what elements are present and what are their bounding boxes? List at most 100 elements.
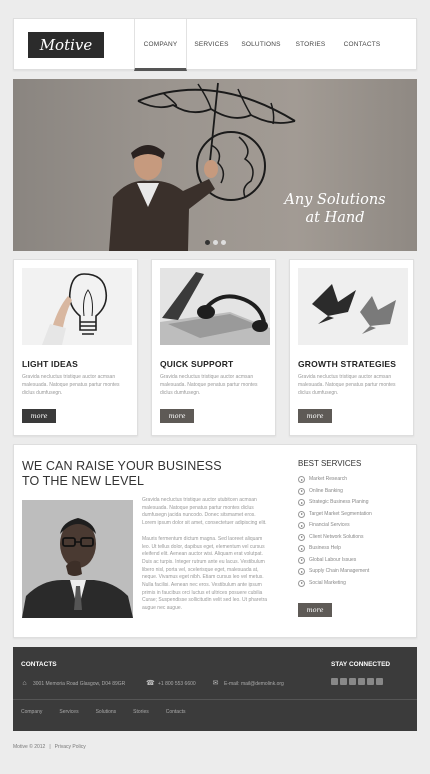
arrow-circle-icon <box>298 510 305 518</box>
rss-icon[interactable] <box>349 678 356 685</box>
nav-item-solutions[interactable]: Solutions <box>236 19 286 71</box>
arrow-circle-icon <box>298 568 305 576</box>
service-label: Target Market Segmentation <box>309 510 372 517</box>
footer-email: ✉ E-mail: mail@demolink.org <box>212 680 284 687</box>
copyright-text: Motive © 2012 <box>13 744 46 750</box>
footer-nav-contacts[interactable]: Contacts <box>166 709 186 715</box>
copyright: Motive © 2012 | Privacy Policy <box>13 744 86 750</box>
footer-nav-company[interactable]: Company <box>21 709 42 715</box>
more-button[interactable]: more <box>298 409 332 423</box>
address-text: 3001 Memoria Road Glasgow, D04 89GR <box>33 680 126 687</box>
service-item[interactable]: Business Help <box>298 543 372 555</box>
more-button[interactable]: more <box>22 409 56 423</box>
header: Motive Company Services Solutions Storie… <box>13 18 417 71</box>
service-item[interactable]: Social Marketing <box>298 578 372 590</box>
caption-line-2: at Hand <box>305 210 365 226</box>
main-nav: Company Services Solutions Stories Conta… <box>134 19 389 71</box>
service-item[interactable]: Client Network Solutions <box>298 532 372 544</box>
arrow-circle-icon <box>298 533 305 541</box>
service-label: Global Labour Issues <box>309 556 357 563</box>
mail-icon: ✉ <box>212 680 219 687</box>
service-label: Business Help <box>309 545 341 551</box>
footer-nav-solutions[interactable]: Solutions <box>96 709 117 715</box>
arrow-circle-icon <box>298 579 305 587</box>
arrow-circle-icon <box>298 476 305 484</box>
footer: Contacts ⌂ 3001 Memoria Road Glasgow, D0… <box>13 647 417 731</box>
footer-stay-connected-heading: Stay Connected <box>331 661 391 668</box>
nav-item-company[interactable]: Company <box>134 19 187 71</box>
feature-title: Light Ideas <box>22 359 79 369</box>
email-link[interactable]: mail@demolink.org <box>241 681 284 687</box>
main-content: We can raise your business to the new le… <box>13 444 417 638</box>
slider-dot[interactable] <box>205 240 210 245</box>
nav-item-stories[interactable]: Stories <box>286 19 335 71</box>
email-label: E-mail: <box>224 680 240 687</box>
flickr-icon[interactable] <box>376 678 383 685</box>
service-item[interactable]: Target Market Segmentation <box>298 509 372 521</box>
arrow-circle-icon <box>298 545 305 553</box>
service-label: Market Research <box>309 476 348 482</box>
copyright-separator: | <box>49 744 51 750</box>
main-paragraph: Mauris fermentum dictum magna. Sed laore… <box>142 535 268 612</box>
feature-text: Gravida necluctus tristique auctor acmsa… <box>160 374 258 396</box>
caption-line-1: Any Solutions <box>284 192 386 208</box>
twitter-icon[interactable] <box>331 678 338 685</box>
footer-divider <box>13 699 417 700</box>
more-button[interactable]: more <box>160 409 194 423</box>
footer-nav-stories[interactable]: Stories <box>133 709 149 715</box>
feature-text: Gravida necluctus tristique auctor acmsa… <box>298 374 396 396</box>
feature-text: Gravida necluctus tristique auctor acmsa… <box>22 374 120 396</box>
service-label: Social Marketing <box>309 579 346 586</box>
service-item[interactable]: Online Banking <box>298 486 372 498</box>
arrow-circle-icon <box>298 556 305 564</box>
slider-dot[interactable] <box>213 240 218 245</box>
heading-line-2: to the new level <box>22 474 145 488</box>
service-item[interactable]: Strategic Business Planing <box>298 497 372 509</box>
feature-card-growth-strategies: Growth Strategies Gravida necluctus tris… <box>289 259 414 436</box>
footer-phone: ☎ +1 800 553 6600 <box>146 680 196 687</box>
nav-item-contacts[interactable]: Contacts <box>335 19 389 71</box>
origami-birds-image <box>298 268 408 345</box>
service-item[interactable]: Global Labour Issues <box>298 555 372 567</box>
service-label: Supply Chain Management <box>309 568 370 574</box>
feature-card-light-ideas: Light Ideas Gravida necluctus tristique … <box>13 259 138 436</box>
slider-dot[interactable] <box>221 240 226 245</box>
service-item[interactable]: Financial Services <box>298 520 372 532</box>
feature-title: Quick Support <box>160 359 234 369</box>
skype-icon[interactable] <box>358 678 365 685</box>
arrow-circle-icon <box>298 487 305 495</box>
slider-caption: Any Solutions at Hand <box>275 191 395 227</box>
lightbulb-image <box>22 268 132 345</box>
footer-nav-services[interactable]: Services <box>59 709 78 715</box>
businessman-portrait <box>22 500 133 618</box>
heading-line-1: We can raise your business <box>22 459 222 473</box>
social-links <box>331 678 383 685</box>
footer-address: ⌂ 3001 Memoria Road Glasgow, D04 89GR <box>21 680 125 687</box>
service-label: Financial Services <box>309 522 350 528</box>
nav-item-services[interactable]: Services <box>187 19 236 71</box>
hero-slider[interactable]: Any Solutions at Hand <box>13 79 417 251</box>
services-list: Market Research Online Banking Strategic… <box>298 474 372 589</box>
feature-card-quick-support: Quick Support Gravida necluctus tristiqu… <box>151 259 276 436</box>
services-heading: Best Services <box>298 459 362 468</box>
facebook-icon[interactable] <box>340 678 347 685</box>
service-label: Client Network Solutions <box>309 533 364 540</box>
main-paragraph: Gravida necluctus tristique auctor utubi… <box>142 497 267 527</box>
service-item[interactable]: Supply Chain Management <box>298 566 372 578</box>
service-item[interactable]: Market Research <box>298 474 372 486</box>
feature-title: Growth Strategies <box>298 359 397 369</box>
privacy-policy-link[interactable]: Privacy Policy <box>55 744 86 750</box>
dribbble-icon[interactable] <box>367 678 374 685</box>
main-heading: We can raise your business to the new le… <box>22 459 222 489</box>
slider-pagination <box>205 240 226 245</box>
arrow-circle-icon <box>298 499 305 507</box>
footer-contacts-heading: Contacts <box>21 661 57 668</box>
services-more-button[interactable]: more <box>298 603 332 617</box>
main-text: Gravida necluctus tristique auctor utubi… <box>142 497 268 621</box>
service-label: Online Banking <box>309 487 343 494</box>
arrow-circle-icon <box>298 522 305 530</box>
home-icon: ⌂ <box>22 680 27 687</box>
footer-nav: Company Services Solutions Stories Conta… <box>21 709 202 715</box>
phone-text: +1 800 553 6600 <box>158 680 196 687</box>
logo[interactable]: Motive <box>28 32 104 58</box>
